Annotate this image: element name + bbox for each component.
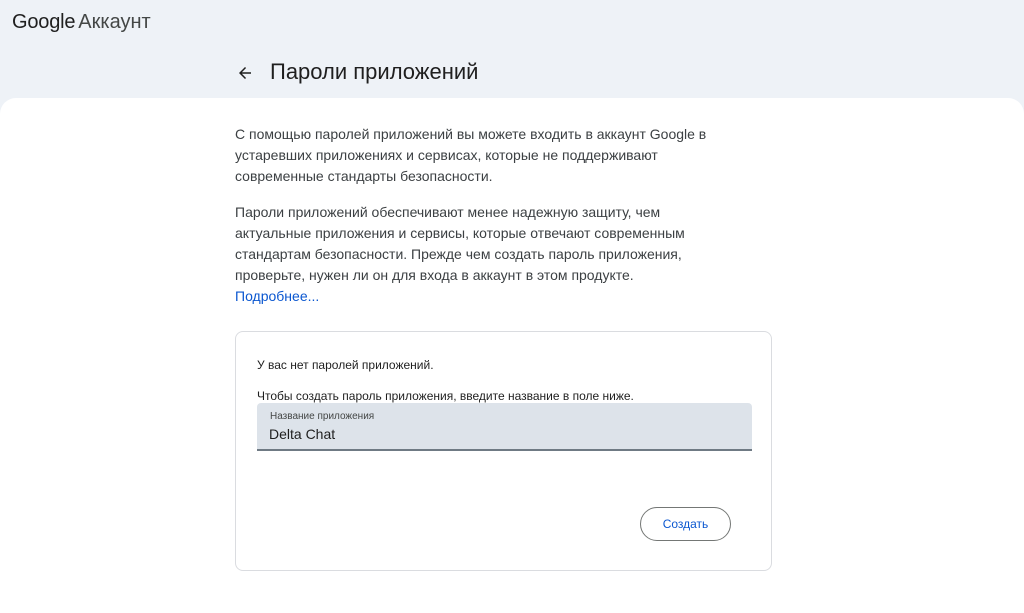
- arrow-back-icon: [239, 67, 251, 79]
- app-name-field-label: Название приложения: [270, 411, 375, 422]
- brand-google-text: Google: [12, 11, 76, 33]
- create-button[interactable]: Создать: [640, 507, 731, 541]
- app-name-field[interactable]: Название приложения: [257, 403, 752, 451]
- intro-paragraph-2-text: Пароли приложений обеспечивают менее над…: [235, 204, 685, 283]
- intro-paragraph-1: С помощью паролей приложений вы можете в…: [235, 126, 707, 184]
- page-header: Пароли приложений: [0, 46, 1024, 98]
- app-passwords-card: У вас нет паролей приложений. Чтобы созд…: [235, 331, 772, 571]
- no-passwords-text: У вас нет паролей приложений.: [257, 358, 434, 372]
- main-content: С помощью паролей приложений вы можете в…: [0, 98, 1024, 613]
- create-instruction-text: Чтобы создать пароль приложения, введите…: [257, 389, 634, 403]
- page-title: Пароли приложений: [270, 59, 479, 84]
- app-name-input[interactable]: [269, 424, 739, 444]
- intro-paragraph-2: Пароли приложений обеспечивают менее над…: [235, 202, 735, 307]
- top-bar: Google Аккаунт: [0, 0, 1024, 46]
- google-account-logo[interactable]: Google Аккаунт: [12, 11, 151, 34]
- brand-account-text: Аккаунт: [78, 11, 151, 33]
- back-button[interactable]: [232, 60, 258, 86]
- learn-more-link[interactable]: Подробнее...: [235, 288, 319, 304]
